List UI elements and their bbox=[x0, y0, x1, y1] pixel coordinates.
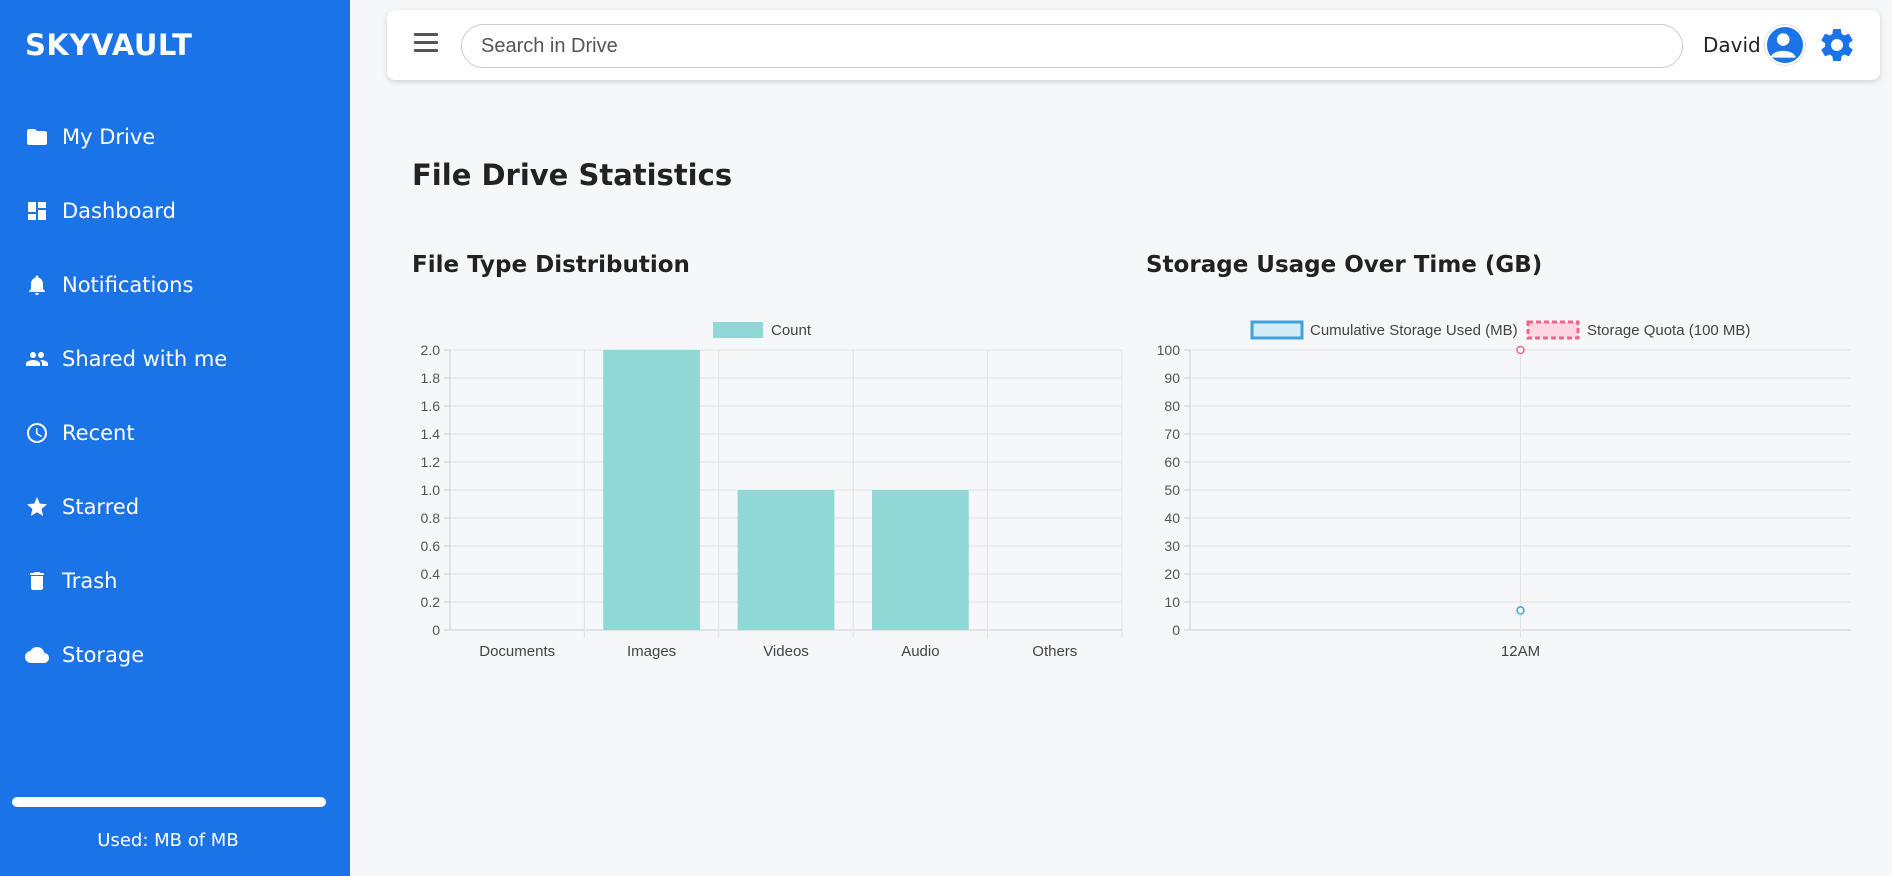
y-tick-label: 1.8 bbox=[421, 370, 441, 386]
y-tick-label: 2.0 bbox=[421, 342, 441, 358]
bar bbox=[872, 490, 969, 630]
sidebar-item-label: My Drive bbox=[62, 125, 156, 149]
topbar: David bbox=[387, 10, 1880, 80]
legend-label: Storage Quota (100 MB) bbox=[1587, 322, 1750, 339]
storage-usage-text: Used: MB of MB bbox=[97, 830, 239, 851]
y-tick-label: 10 bbox=[1164, 594, 1180, 610]
clock-icon bbox=[27, 423, 47, 443]
brand-logo: SKYVAULT bbox=[25, 28, 193, 62]
people-icon bbox=[26, 352, 48, 366]
y-tick-label: 1.0 bbox=[421, 482, 441, 498]
sidebar-item-trash[interactable]: Trash bbox=[0, 544, 350, 618]
hamburger-menu-icon[interactable] bbox=[414, 33, 438, 57]
y-tick-label: 60 bbox=[1164, 454, 1180, 470]
star-icon bbox=[27, 497, 47, 516]
data-point bbox=[1516, 345, 1525, 355]
y-tick-label: 0 bbox=[432, 622, 440, 638]
bar bbox=[603, 350, 700, 630]
x-tick-label: Videos bbox=[763, 643, 809, 660]
data-point bbox=[1516, 606, 1525, 615]
sidebar-item-storage[interactable]: Storage bbox=[0, 618, 350, 692]
y-tick-label: 80 bbox=[1164, 398, 1180, 414]
legend-label: Count bbox=[771, 322, 812, 339]
y-tick-label: 0.6 bbox=[421, 538, 441, 554]
bell-icon bbox=[29, 275, 45, 295]
avatar[interactable] bbox=[1765, 25, 1805, 65]
y-tick-label: 0.4 bbox=[421, 566, 441, 582]
bar bbox=[737, 490, 835, 630]
sidebar-item-shared[interactable]: Shared with me bbox=[0, 322, 350, 396]
y-tick-label: 20 bbox=[1164, 566, 1180, 582]
y-tick-label: 0.8 bbox=[421, 510, 441, 526]
sidebar-item-label: Starred bbox=[62, 495, 140, 519]
sidebar-item-recent[interactable]: Recent bbox=[0, 396, 350, 470]
dashboard-icon bbox=[28, 202, 46, 220]
x-tick-label: Images bbox=[627, 643, 676, 660]
y-tick-label: 1.4 bbox=[421, 426, 441, 442]
sidebar-item-label: Dashboard bbox=[62, 199, 176, 223]
chart-title: Storage Usage Over Time (GB) bbox=[1146, 252, 1543, 278]
y-tick-label: 90 bbox=[1164, 370, 1180, 386]
x-tick-label: Documents bbox=[479, 643, 555, 660]
x-tick-label: 12AM bbox=[1501, 643, 1540, 660]
x-tick-label: Others bbox=[1032, 643, 1077, 660]
y-tick-label: 1.2 bbox=[421, 454, 441, 470]
sidebar-nav: My Drive Dashboard Notifications Shared … bbox=[0, 100, 350, 692]
y-tick-label: 30 bbox=[1164, 538, 1180, 554]
trash-icon bbox=[30, 572, 44, 590]
y-tick-label: 50 bbox=[1164, 482, 1180, 498]
sidebar-item-label: Shared with me bbox=[62, 347, 228, 371]
search-input[interactable] bbox=[461, 24, 1683, 68]
y-tick-label: 0 bbox=[1172, 622, 1180, 638]
storage-progress-bar bbox=[12, 797, 326, 807]
user-avatar-icon bbox=[1770, 33, 1796, 58]
cloud-icon bbox=[25, 647, 49, 663]
sidebar-item-dashboard[interactable]: Dashboard bbox=[0, 174, 350, 248]
sidebar: SKYVAULT My Drive Dashboard Notification… bbox=[0, 0, 350, 876]
chart-title: File Type Distribution bbox=[412, 252, 690, 278]
sidebar-item-starred[interactable]: Starred bbox=[0, 470, 350, 544]
user-name: David bbox=[1703, 33, 1761, 57]
page-title: File Drive Statistics bbox=[412, 158, 733, 192]
x-tick-label: Audio bbox=[901, 643, 939, 660]
folder-icon bbox=[27, 129, 47, 145]
sidebar-item-label: Notifications bbox=[62, 273, 194, 297]
sidebar-item-label: Recent bbox=[62, 421, 135, 445]
legend-label: Cumulative Storage Used (MB) bbox=[1310, 322, 1518, 339]
sidebar-item-my-drive[interactable]: My Drive bbox=[0, 100, 350, 174]
y-tick-label: 1.6 bbox=[421, 398, 441, 414]
y-tick-label: 70 bbox=[1164, 426, 1180, 442]
sidebar-item-label: Storage bbox=[62, 643, 145, 667]
sidebar-item-notifications[interactable]: Notifications bbox=[0, 248, 350, 322]
gear-icon[interactable] bbox=[1817, 25, 1857, 65]
legend-swatch bbox=[713, 322, 763, 338]
file-type-bar-chart: 2.0 1.8 1.6 1.4 1.2 1.0 0.8 0.6 0.4 0.2 0 Documents… bbox=[421, 322, 1123, 660]
legend-swatch bbox=[1250, 320, 1304, 340]
y-tick-label: 100 bbox=[1157, 342, 1181, 358]
storage-usage-line-chart: 100908070605040302010012AMCumulative Sto… bbox=[1157, 320, 1851, 660]
sidebar-item-label: Trash bbox=[62, 569, 118, 593]
y-tick-label: 40 bbox=[1164, 510, 1180, 526]
legend-swatch bbox=[1526, 320, 1580, 340]
y-tick-label: 0.2 bbox=[421, 594, 441, 610]
